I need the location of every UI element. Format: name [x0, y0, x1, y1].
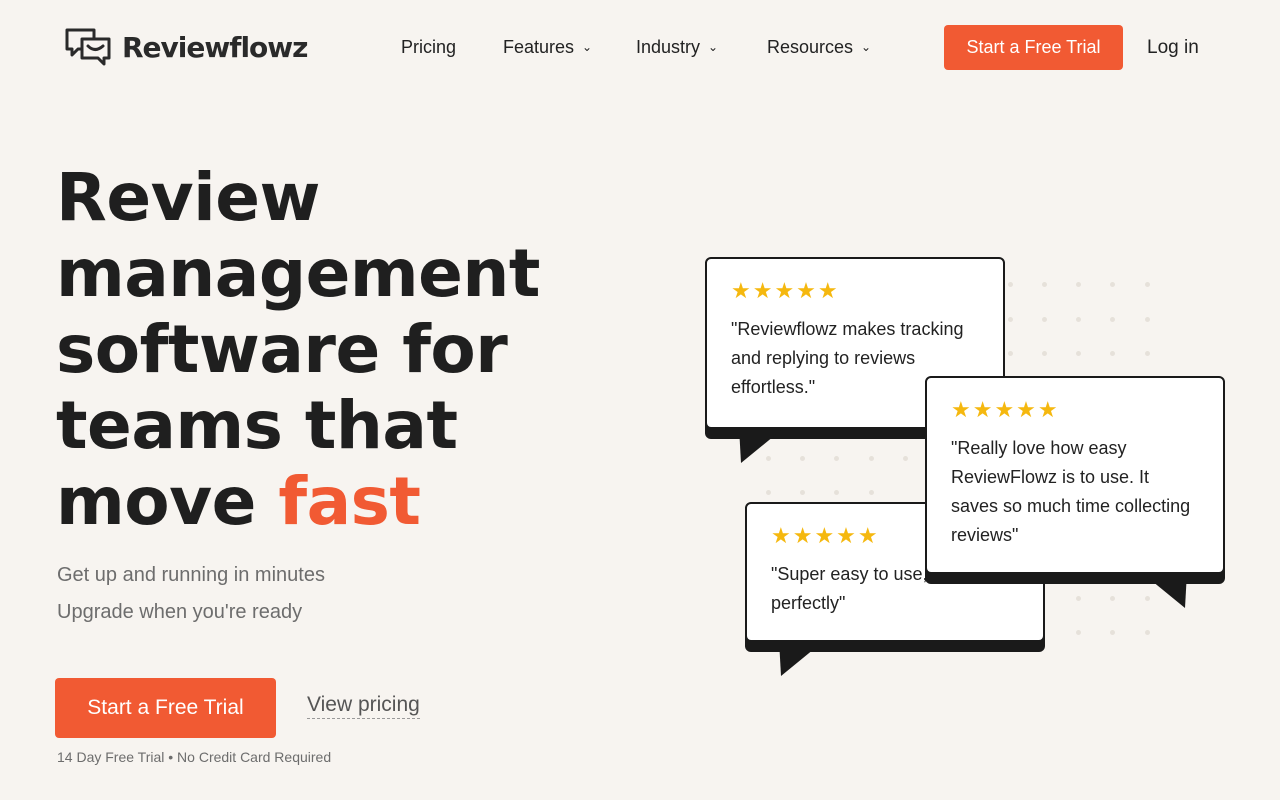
star-rating: ★★★★★ — [731, 278, 840, 303]
nav-start-trial-button[interactable]: Start a Free Trial — [944, 25, 1123, 70]
hero-subtitle-1: Get up and running in minutes — [57, 564, 325, 586]
view-pricing-link[interactable]: View pricing — [307, 693, 420, 719]
chat-bubbles-icon — [65, 28, 111, 66]
chevron-down-icon: ⌄ — [582, 39, 593, 54]
speech-tail-icon — [739, 427, 785, 463]
nav-industry[interactable]: Industry ⌄ — [636, 37, 718, 58]
brand-logo[interactable]: Reviewflowz — [64, 27, 308, 67]
review-card-2: ★★★★★ "Really love how easy ReviewFlowz … — [925, 376, 1225, 616]
headline-accent: fast — [278, 463, 421, 540]
headline-line: move fast — [56, 464, 656, 540]
brand-name: Reviewflowz — [122, 30, 308, 64]
speech-tail-icon — [779, 640, 825, 676]
headline-line: teams that — [56, 387, 458, 464]
speech-tail-icon — [1141, 572, 1187, 608]
review-quote: "Really love how easy ReviewFlowz is to … — [951, 438, 1191, 545]
login-link[interactable]: Log in — [1147, 37, 1199, 59]
headline-line: software for — [56, 311, 508, 388]
hero-headline: Review management software for teams tha… — [56, 160, 656, 540]
chevron-down-icon: ⌄ — [708, 39, 719, 54]
nav-resources-label: Resources — [767, 37, 854, 57]
chevron-down-icon: ⌄ — [861, 39, 872, 54]
hero-start-trial-button[interactable]: Start a Free Trial — [55, 678, 276, 738]
headline-line: Review — [56, 159, 320, 236]
nav-resources[interactable]: Resources ⌄ — [767, 37, 871, 58]
trial-note: 14 Day Free Trial • No Credit Card Requi… — [57, 749, 332, 765]
top-nav: Reviewflowz Pricing Features ⌄ Industry … — [0, 0, 1280, 95]
hero-subtitle-2: Upgrade when you're ready — [57, 601, 303, 623]
nav-features[interactable]: Features ⌄ — [503, 37, 592, 58]
nav-pricing-label: Pricing — [401, 37, 457, 57]
headline-move: move — [56, 463, 279, 540]
headline-line: management — [56, 235, 540, 312]
nav-industry-label: Industry — [636, 37, 701, 57]
nav-features-label: Features — [503, 37, 575, 57]
star-rating: ★★★★★ — [951, 397, 1060, 422]
nav-pricing[interactable]: Pricing — [401, 37, 456, 58]
